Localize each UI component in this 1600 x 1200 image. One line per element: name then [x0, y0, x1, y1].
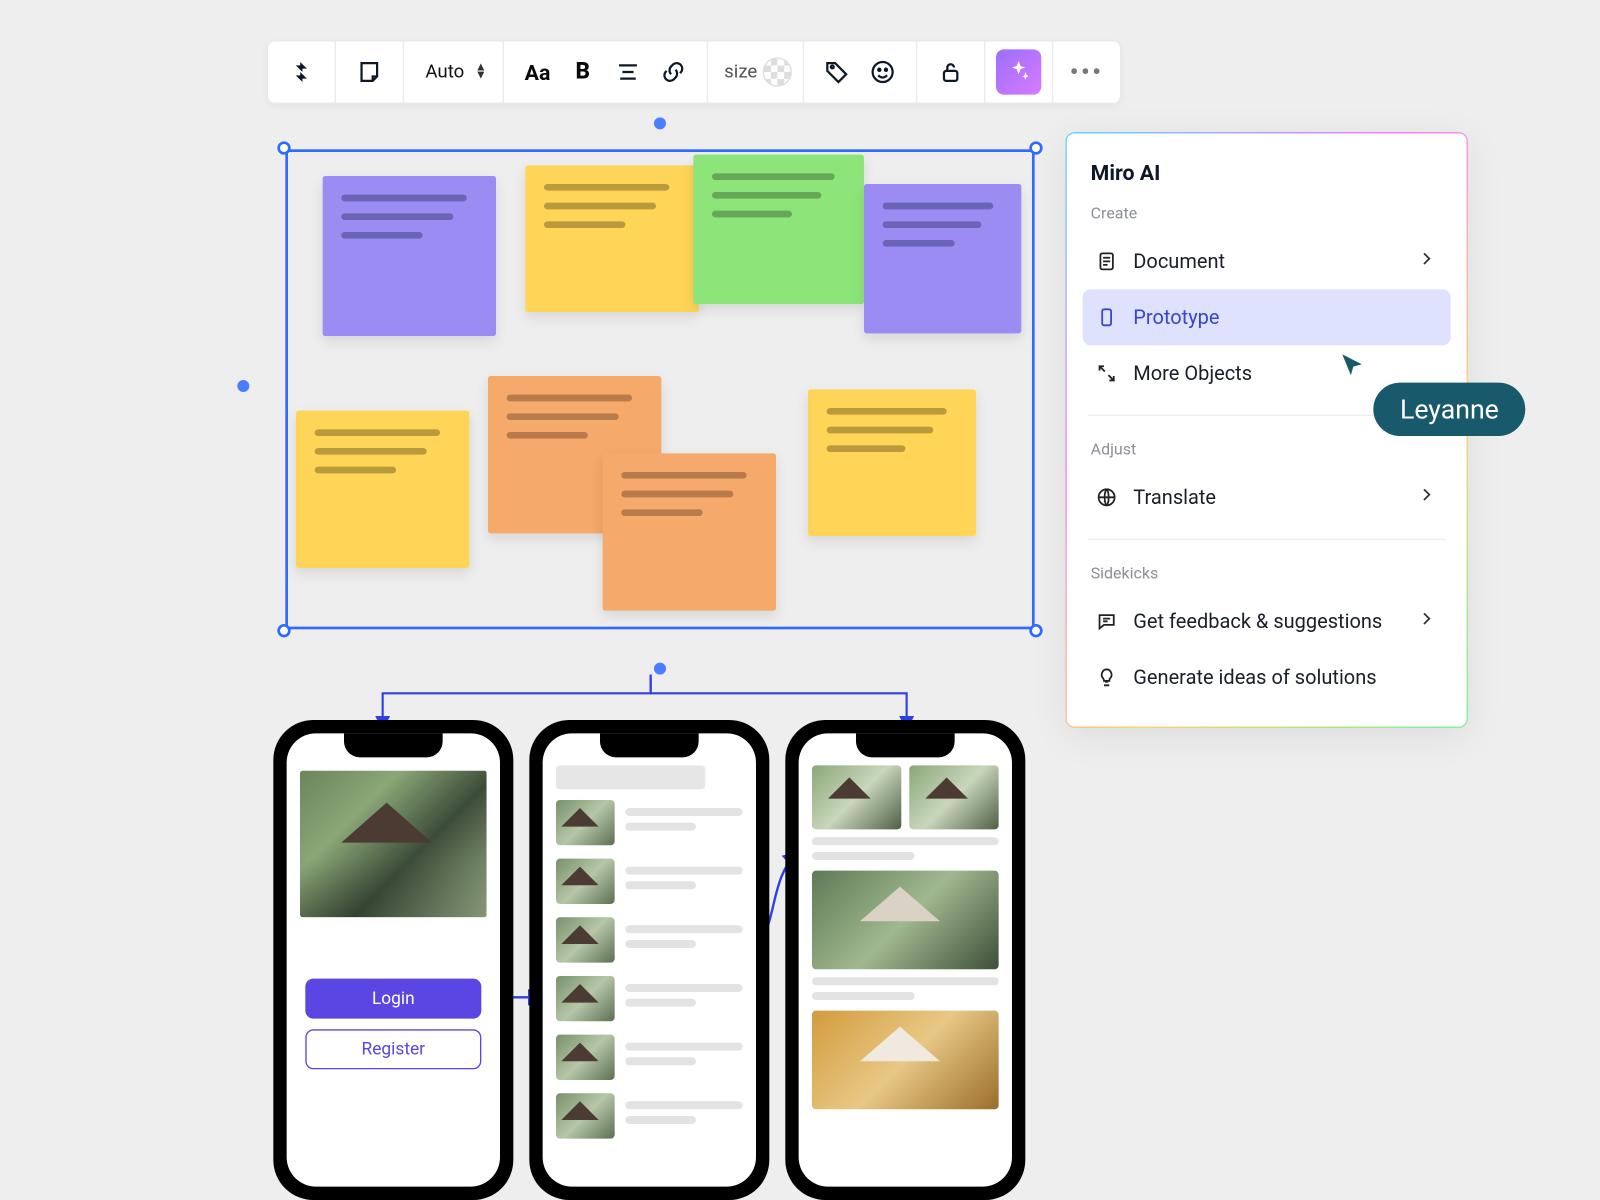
chevron-right-icon [1416, 484, 1437, 511]
register-button[interactable]: Register [305, 1029, 481, 1069]
list-item[interactable] [556, 1035, 743, 1080]
phone-mockup-detail[interactable] [785, 720, 1025, 1200]
document-icon [1096, 251, 1117, 272]
ai-section-create: Create [1083, 193, 1451, 233]
list-item[interactable] [556, 800, 743, 845]
lightbulb-icon [1096, 667, 1117, 688]
sticky-note-icon[interactable] [347, 49, 392, 94]
tag-button[interactable] [815, 49, 860, 94]
mid-handle-left[interactable] [237, 380, 249, 392]
ai-item-generate-ideas[interactable]: Generate ideas of solutions [1083, 649, 1451, 705]
list-header-placeholder [556, 765, 705, 789]
card-image-large[interactable] [812, 871, 999, 970]
sticky-note[interactable] [296, 411, 469, 568]
list-item[interactable] [556, 1093, 743, 1138]
context-toolbar: Auto ▲▼ Aa B size [267, 40, 1122, 104]
card-image[interactable] [812, 765, 901, 829]
card-image-large[interactable] [812, 1011, 999, 1110]
list-item[interactable] [556, 917, 743, 962]
chevron-right-icon [1416, 608, 1437, 635]
sticky-note[interactable] [525, 165, 698, 312]
bold-button[interactable]: B [560, 49, 605, 94]
sticky-note[interactable] [808, 389, 976, 536]
collaborator-cursor [1339, 352, 1368, 381]
link-button[interactable] [651, 49, 696, 94]
collaborator-name-badge: Leyanne [1373, 383, 1525, 436]
phone-icon [1096, 307, 1117, 328]
dots-icon: ••• [1070, 58, 1104, 86]
font-button[interactable]: Aa [515, 49, 560, 94]
auto-label: Auto [420, 61, 470, 82]
resize-handle-tr[interactable] [1029, 141, 1042, 154]
prototype-phones: Login Register [273, 720, 1025, 1200]
phone-mockup-list[interactable] [529, 720, 769, 1200]
fill-size-label: size [719, 61, 763, 82]
phone-mockup-login[interactable]: Login Register [273, 720, 513, 1200]
more-button[interactable]: ••• [1064, 49, 1109, 94]
login-button[interactable]: Login [305, 979, 481, 1019]
sticky-note[interactable] [864, 184, 1021, 333]
expand-icon [1096, 363, 1117, 384]
fill-color-swatch[interactable] [763, 57, 792, 86]
selection-frame[interactable] [285, 149, 1034, 629]
globe-icon [1096, 487, 1117, 508]
resize-handle-br[interactable] [1029, 624, 1042, 637]
lock-button[interactable] [928, 49, 973, 94]
jira-icon[interactable] [279, 49, 324, 94]
sticky-note[interactable] [323, 176, 496, 336]
ai-item-translate[interactable]: Translate [1083, 469, 1451, 525]
ai-panel-title: Miro AI [1083, 160, 1451, 193]
emoji-button[interactable] [860, 49, 905, 94]
card-image[interactable] [909, 765, 998, 829]
ai-section-sidekicks: Sidekicks [1083, 553, 1451, 593]
ai-sparkle-button[interactable] [996, 49, 1041, 94]
sticky-note[interactable] [693, 155, 864, 304]
mid-handle-bottom[interactable] [654, 663, 666, 675]
size-auto-select[interactable]: Auto ▲▼ [415, 61, 492, 82]
chevron-right-icon [1416, 248, 1437, 275]
ai-item-document[interactable]: Document [1083, 233, 1451, 289]
resize-handle-tl[interactable] [277, 141, 290, 154]
resize-handle-bl[interactable] [277, 624, 290, 637]
stepper-icon: ▲▼ [475, 64, 487, 80]
mid-handle-top[interactable] [654, 117, 666, 129]
chat-icon [1096, 611, 1117, 632]
hero-image [300, 771, 487, 918]
list-item[interactable] [556, 859, 743, 904]
sticky-note[interactable] [603, 453, 776, 610]
ai-item-prototype[interactable]: Prototype [1083, 289, 1451, 345]
ai-item-feedback[interactable]: Get feedback & suggestions [1083, 593, 1451, 649]
list-item[interactable] [556, 976, 743, 1021]
align-button[interactable] [605, 49, 650, 94]
